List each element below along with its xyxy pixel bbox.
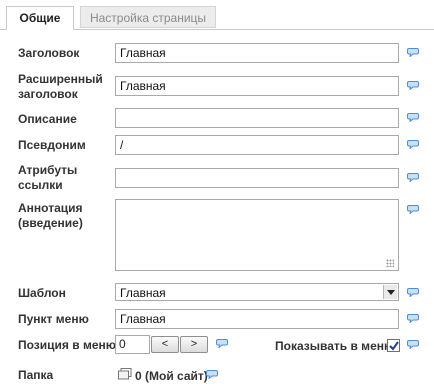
link-attributes-label-line2: ссылки <box>18 178 63 192</box>
alias-input[interactable]: / <box>115 135 399 155</box>
menu-item-label: Пункт меню <box>18 312 89 326</box>
folder-value[interactable]: 0 (Мой сайт) <box>135 369 208 384</box>
comment-bubble-icon[interactable] <box>407 81 419 90</box>
annotation-textarea[interactable] <box>115 199 399 271</box>
tab-bar: Общие Настройка страницы <box>0 0 434 30</box>
link-attributes-label-line1: Атрибуты <box>18 163 78 177</box>
comment-bubble-icon[interactable] <box>407 48 419 57</box>
title-label: Заголовок <box>18 46 80 60</box>
title-input[interactable]: Главная <box>115 43 399 63</box>
show-in-menu-label: Показывать в меню <box>275 339 395 353</box>
template-select-value: Главная <box>120 286 166 300</box>
annotation-label-line2: (введение) <box>18 216 83 230</box>
link-attributes-label: Атрибуты ссылки <box>18 163 77 193</box>
extended-title-label-line1: Расширенный <box>18 72 103 86</box>
menu-position-label: Позиция в меню <box>18 338 116 352</box>
template-select[interactable]: Главная <box>115 283 399 301</box>
extended-title-label: Расширенный заголовок <box>18 72 103 102</box>
position-prev-button[interactable]: < <box>151 336 179 353</box>
folder-label: Папка <box>18 368 54 382</box>
annotation-label-line1: Аннотация <box>18 201 83 215</box>
alias-label: Псевдоним <box>18 138 86 152</box>
comment-bubble-icon[interactable] <box>407 205 419 214</box>
tab-general[interactable]: Общие <box>6 6 74 30</box>
extended-title-input[interactable]: Главная <box>115 76 399 96</box>
tab-page-settings[interactable]: Настройка страницы <box>80 6 216 28</box>
description-input[interactable] <box>115 108 399 128</box>
description-label: Описание <box>18 112 77 126</box>
chevron-down-icon[interactable] <box>383 285 397 299</box>
template-label: Шаблон <box>18 286 66 300</box>
comment-bubble-icon[interactable] <box>407 140 419 149</box>
link-attributes-input[interactable] <box>115 168 399 188</box>
comment-bubble-icon[interactable] <box>407 288 419 297</box>
position-next-button[interactable]: > <box>180 336 208 353</box>
comment-bubble-icon[interactable] <box>216 339 228 348</box>
comment-bubble-icon[interactable] <box>407 173 419 182</box>
extended-title-label-line2: заголовок <box>18 87 78 101</box>
menu-item-input[interactable]: Главная <box>115 309 399 329</box>
comment-bubble-icon[interactable] <box>407 314 419 323</box>
show-in-menu-checkbox[interactable] <box>387 339 400 352</box>
checkmark-icon <box>389 341 399 351</box>
annotation-label: Аннотация (введение) <box>18 201 83 231</box>
menu-position-input[interactable]: 0 <box>115 335 150 354</box>
folder-icon <box>118 368 132 380</box>
comment-bubble-icon[interactable] <box>407 113 419 122</box>
comment-bubble-icon[interactable] <box>407 340 419 349</box>
comment-bubble-icon[interactable] <box>206 370 218 379</box>
resize-grip-icon[interactable] <box>386 259 394 267</box>
